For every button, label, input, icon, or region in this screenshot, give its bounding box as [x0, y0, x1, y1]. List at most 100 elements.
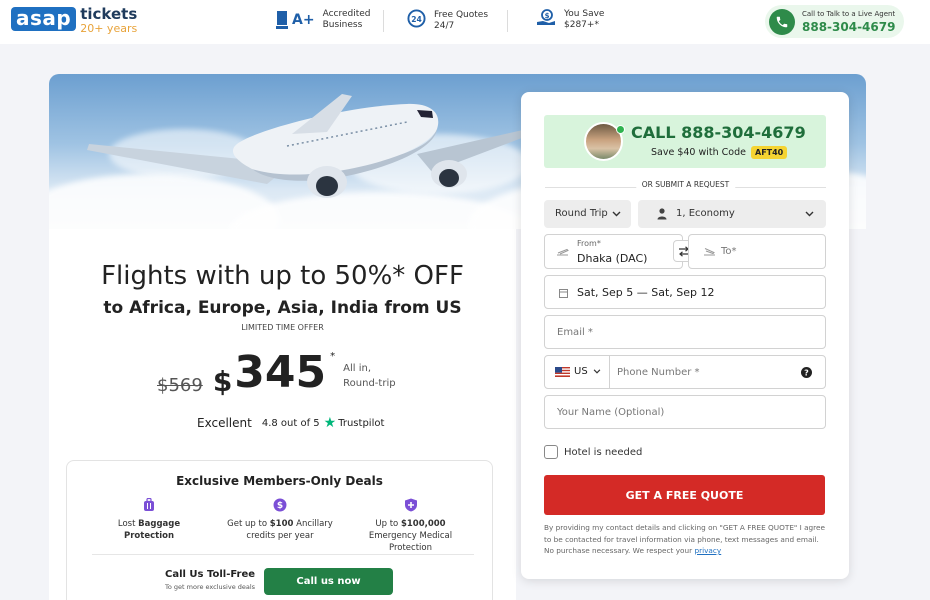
live-agent-phone-button[interactable]: Call to Talk to a Live Agent 888-304-467…: [765, 5, 904, 38]
deal-3-bold: $100,000: [400, 519, 446, 529]
save-code-text: Save $40 with Code: [651, 147, 746, 158]
calendar-icon: [559, 289, 568, 298]
price-currency: $: [212, 365, 233, 398]
call-number-label: CALL 888-304-4679: [631, 123, 806, 142]
deal-1-pre: Lost: [117, 519, 139, 529]
asap-tickets-logo[interactable]: asap tickets 20+ years: [11, 7, 137, 34]
old-price: $569: [157, 375, 203, 396]
passengers-select[interactable]: 1, Economy: [638, 200, 826, 228]
price-note: All in, Round-trip: [343, 361, 395, 391]
agent-phone-number: 888-304-4679: [802, 19, 896, 34]
toll-free-subtitle: To get more exclusive deals: [165, 583, 256, 591]
dollar-coin-icon: $: [273, 498, 287, 512]
country-code-select[interactable]: US: [545, 356, 610, 388]
from-value: Dhaka (DAC): [577, 252, 648, 265]
promo-panel: Flights with up to 50%* OFF to Africa, E…: [49, 229, 516, 600]
price-display: $569 $ 345 * All in, Round-trip: [157, 347, 396, 399]
hotel-checkbox[interactable]: [544, 445, 558, 459]
email-field[interactable]: Email *: [544, 315, 826, 349]
hotel-label: Hotel is needed: [564, 446, 643, 458]
deal-3-pre: Up to: [375, 519, 401, 529]
free-quotes-feature: 24 Free Quotes 24/7: [407, 9, 488, 32]
deal-2-bold: $100: [269, 519, 294, 529]
toll-free-title: Call Us Toll-Free: [165, 569, 256, 580]
promo-subtitle: to Africa, Europe, Asia, India from US: [103, 298, 462, 318]
to-airport-field[interactable]: To*: [688, 234, 826, 269]
departure-plane-icon: [557, 248, 569, 256]
get-free-quote-button[interactable]: GET A FREE QUOTE: [544, 475, 825, 515]
clock-24-icon: 24: [407, 9, 426, 32]
quote-request-form: CALL 888-304-4679 Save $40 with Code AFT…: [521, 92, 849, 579]
bbb-rating: A+: [292, 11, 315, 28]
trustpilot-brand: Trustpilot: [338, 417, 385, 429]
trustpilot-rating[interactable]: Excellent 4.8 out of 5 ★ Trustpilot: [197, 415, 384, 431]
dates-value: Sat, Sep 5 — Sat, Sep 12: [577, 286, 715, 299]
trip-type-value: Round Trip: [555, 208, 608, 219]
chevron-down-icon: [612, 211, 621, 217]
feature-save-line2: $287+*: [564, 20, 599, 30]
trust-score: 4.8 out of 5: [261, 417, 320, 429]
you-save-feature: $ You Save $287+*: [536, 9, 604, 31]
trip-type-select[interactable]: Round Trip: [544, 200, 631, 228]
deal-2-pre: Get up to: [227, 519, 270, 529]
from-label: From*: [577, 239, 601, 248]
accredited-business-feature: A+ Accredited Business: [276, 9, 371, 31]
name-field[interactable]: Your Name (Optional): [544, 395, 826, 429]
chevron-down-icon: [805, 211, 814, 217]
toll-free-block: Call Us Toll-Free To get more exclusive …: [165, 569, 255, 591]
phone-icon: [769, 8, 795, 35]
deal-ancillary-credits: $ Get up to $100 Ancillary credits per y…: [215, 498, 345, 542]
airplane-illustration: [87, 94, 527, 198]
logo-asap-mark: asap: [11, 7, 77, 31]
deal-baggage-protection: Lost Baggage Protection: [93, 498, 205, 542]
disclaimer-text: By providing my contact details and clic…: [544, 523, 826, 555]
promo-title: Flights with up to 50%* OFF: [101, 261, 464, 291]
feature-accredited-line1: Accredited: [322, 9, 371, 19]
svg-text:?: ?: [804, 369, 809, 378]
deal-3-post: Emergency Medical Protection: [368, 531, 453, 553]
arrival-plane-icon: [704, 248, 715, 256]
call-promo-box[interactable]: CALL 888-304-4679 Save $40 with Code AFT…: [544, 115, 826, 168]
promo-code-badge: AFT40: [751, 146, 788, 159]
feature-accredited-line2: Business: [322, 20, 363, 30]
members-deals-box: Exclusive Members-Only Deals Lost Baggag…: [66, 460, 493, 600]
bbb-accredited-icon: A+: [276, 11, 315, 29]
feature-quotes-line2: 24/7: [434, 20, 455, 31]
svg-text:24: 24: [411, 15, 422, 24]
price-asterisk: *: [330, 351, 336, 362]
limited-time-label: LIMITED TIME OFFER: [241, 323, 324, 332]
privacy-link[interactable]: privacy: [694, 546, 721, 555]
logo-years-text: 20+ years: [80, 22, 138, 35]
members-title: Exclusive Members-Only Deals: [176, 474, 383, 488]
help-icon[interactable]: ?: [801, 367, 812, 378]
feature-save-line1: You Save: [564, 9, 605, 19]
email-placeholder: Email *: [557, 327, 593, 338]
or-submit-label: OR SUBMIT A REQUEST: [635, 180, 736, 189]
shield-plus-icon: [404, 498, 417, 512]
or-divider: OR SUBMIT A REQUEST: [545, 180, 826, 196]
to-placeholder: To*: [721, 246, 737, 257]
svg-text:$: $: [545, 12, 550, 20]
country-code-value: US: [574, 366, 588, 377]
us-flag-icon: [555, 367, 570, 377]
chevron-down-icon: [593, 369, 601, 374]
new-price: 345: [234, 347, 327, 398]
person-icon: [657, 208, 667, 220]
luggage-icon: [144, 498, 154, 511]
consent-disclaimer: By providing my contact details and clic…: [544, 522, 827, 557]
name-placeholder: Your Name (Optional): [557, 407, 665, 418]
agent-label: Call to Talk to a Live Agent: [802, 9, 896, 18]
round-trip-text: Round-trip: [343, 378, 396, 389]
all-in-text: All in,: [343, 363, 372, 374]
trustpilot-star-icon: ★: [323, 415, 337, 431]
passengers-value: 1, Economy: [676, 208, 735, 219]
money-hand-icon: $: [536, 9, 556, 31]
svg-text:$: $: [277, 501, 283, 511]
from-airport-field[interactable]: From* Dhaka (DAC): [544, 234, 683, 269]
travel-dates-field[interactable]: Sat, Sep 5 — Sat, Sep 12: [544, 275, 826, 309]
hotel-needed-option[interactable]: Hotel is needed: [544, 445, 642, 459]
phone-field: US Phone Number * ?: [544, 355, 826, 389]
trust-rating-label: Excellent: [197, 416, 252, 430]
call-us-now-button[interactable]: Call us now: [264, 568, 393, 595]
phone-placeholder[interactable]: Phone Number *: [617, 367, 700, 378]
